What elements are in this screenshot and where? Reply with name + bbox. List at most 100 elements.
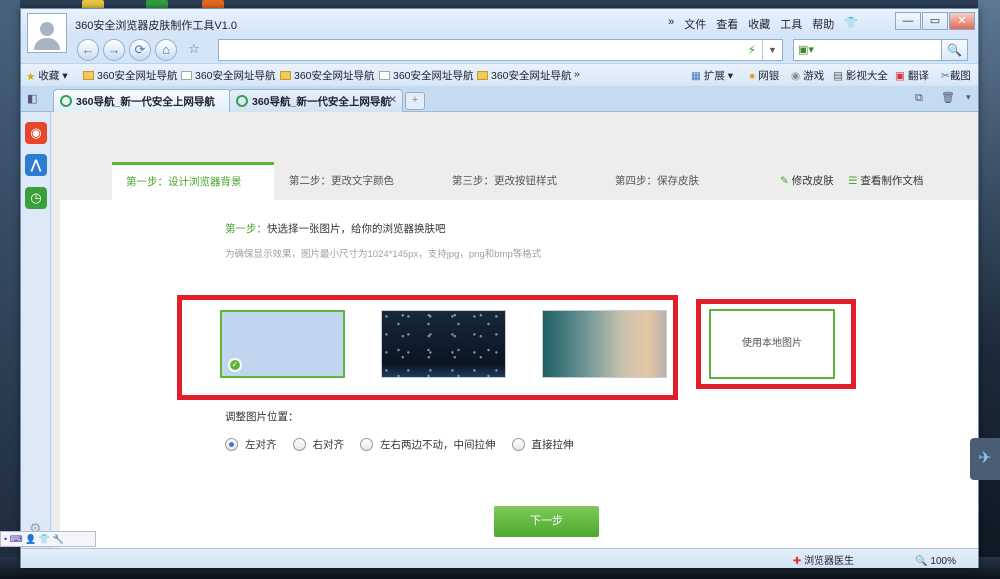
skin-editor: 第一步：设计浏览器背景 第二步：更改文字颜色 第三步：更改按钮样式 第四步：保存…	[52, 112, 978, 548]
step-2-tab[interactable]: 第二步：更改文字颜色	[289, 162, 394, 200]
step-1-tab[interactable]: 第一步：设计浏览器背景	[112, 162, 274, 200]
input-method-bar[interactable]: • ⌨ 👤 👕 🔧	[0, 531, 96, 547]
new-tab-button[interactable]: +	[405, 92, 425, 110]
weibo-icon[interactable]: ◉	[25, 122, 47, 144]
restore-tab-icon[interactable]: ⧉	[915, 92, 923, 105]
navigation-bar: ← → ⟳ ⌂ ☆ ⚡ ▼ ▣▾ 🔍	[73, 37, 977, 63]
checkmark-icon: ✓	[228, 358, 242, 372]
menu-favorites[interactable]: 收藏	[748, 16, 770, 32]
folder-icon	[83, 71, 94, 80]
status-bar: ✚ 浏览器医生 🔍 100%	[21, 548, 978, 568]
extensions-button[interactable]: ▦ 扩展 ▾	[691, 68, 733, 83]
panel-title: 第一步：快选择一张图片，给你的浏览器换肤吧	[225, 223, 446, 235]
film-icon: ▤	[833, 70, 843, 82]
zoom-icon: 🔍	[915, 556, 928, 567]
menu-file[interactable]: 文件	[684, 16, 706, 32]
skin-icon[interactable]: 👕	[844, 16, 858, 32]
home-icon[interactable]: ⌂	[155, 39, 177, 61]
close-tab-icon[interactable]: ✕	[388, 94, 397, 106]
avatar[interactable]	[27, 13, 67, 53]
next-step-button[interactable]: 下一步	[494, 506, 599, 537]
menu-help[interactable]: 帮助	[812, 16, 834, 32]
clock-icon[interactable]: ◷	[25, 187, 47, 209]
star-icon[interactable]: ☆	[183, 39, 205, 61]
close-button[interactable]: ✕	[949, 12, 975, 30]
background-option-1[interactable]: ✓	[220, 310, 345, 378]
radio-icon	[360, 438, 373, 451]
page-icon	[181, 71, 192, 80]
menu-view[interactable]: 查看	[716, 16, 738, 32]
position-left-radio[interactable]: 左对齐	[225, 438, 277, 452]
favorite-link[interactable]: 360安全网址导航	[280, 68, 375, 83]
step-4-tab[interactable]: 第四步：保存皮肤	[615, 162, 699, 200]
favorites-menu[interactable]: ★ 收藏 ▾	[26, 68, 68, 83]
background-option-3[interactable]	[542, 310, 667, 378]
watermark-url: jingyan.baidu.com	[800, 532, 897, 546]
use-local-image-button[interactable]: 使用本地图片	[709, 309, 835, 379]
address-bar[interactable]: ⚡ ▼	[218, 39, 783, 61]
trash-icon[interactable]: 🗑	[941, 91, 955, 104]
edit-skin-link[interactable]: ✎ 修改皮肤	[780, 162, 834, 200]
video-button[interactable]: ▤ 影视大全	[833, 68, 888, 83]
chevron-down-icon[interactable]: ▾	[966, 92, 971, 103]
radio-icon	[292, 438, 306, 451]
favorites-bar: ★ 收藏 ▾ 360安全网址导航 360安全网址导航 360安全网址导航 360安…	[21, 63, 978, 85]
search-engine-icon[interactable]: ▣▾	[798, 43, 814, 56]
favorite-link[interactable]: 360安全网址导航	[379, 68, 474, 83]
speed-mode-icon[interactable]: ⚡	[748, 43, 756, 57]
refresh-icon[interactable]: ⟳	[129, 39, 151, 61]
favorite-link[interactable]: 360安全网址导航	[181, 68, 276, 83]
doctor-icon: ✚	[792, 556, 802, 567]
search-icon[interactable]: 🔍	[941, 40, 967, 60]
tab-navigation-1[interactable]: 360导航_新一代安全上网导航	[53, 89, 231, 112]
folder-icon	[280, 71, 291, 80]
step-3-tab[interactable]: 第三步：更改按钮样式	[452, 162, 557, 200]
menu-more[interactable]: »	[668, 16, 674, 32]
bank-button[interactable]: ● 网银	[749, 68, 779, 83]
menu-tools[interactable]: 工具	[780, 16, 802, 32]
star-icon: ★	[26, 71, 36, 83]
view-doc-link[interactable]: ☰ 查看制作文档	[848, 162, 923, 200]
favorite-link[interactable]: 360安全网址导航	[477, 68, 572, 83]
games-button[interactable]: ◉ 游戏	[791, 68, 824, 83]
radio-icon	[225, 438, 238, 451]
grid-icon: ▦	[691, 70, 701, 82]
folder-icon	[477, 71, 488, 80]
maximize-button[interactable]: ▭	[922, 12, 948, 30]
share-float-icon[interactable]: ✈	[970, 438, 1000, 480]
position-label: 调整图片位置：	[225, 411, 299, 423]
window-title: 360安全浏览器皮肤制作工具V1.0	[75, 20, 237, 32]
title-bar: 360安全浏览器皮肤制作工具V1.0 » 文件 查看 收藏 工具 帮助 👕 — …	[21, 9, 978, 37]
chevron-down-icon[interactable]: ▼	[762, 40, 782, 60]
app-icon[interactable]: ⋀	[25, 154, 47, 176]
sidebar-toggle-icon[interactable]: ◧	[27, 92, 47, 108]
background-option-2[interactable]	[381, 310, 506, 378]
position-stretch-radio[interactable]: 直接拉伸	[511, 438, 574, 452]
avatar-head-icon	[40, 22, 54, 36]
coin-icon: ●	[749, 70, 756, 82]
status-right: ✚ 浏览器医生 🔍 100%	[793, 552, 956, 567]
menu-bar: » 文件 查看 收藏 工具 帮助 👕	[668, 16, 858, 32]
zoom-level[interactable]: 100%	[930, 556, 956, 567]
favorite-link[interactable]: 360安全网址导航	[83, 68, 178, 83]
position-right-radio[interactable]: 右对齐	[292, 438, 344, 452]
back-icon[interactable]: ←	[77, 39, 99, 61]
favorites-more[interactable]: »	[574, 68, 580, 80]
screenshot-button[interactable]: ✂截图	[941, 68, 971, 83]
position-options: 左对齐 右对齐 左右两边不动，中间拉伸 直接拉伸	[225, 438, 590, 452]
position-stretch-middle-radio[interactable]: 左右两边不动，中间拉伸	[360, 438, 496, 452]
scissors-icon: ✂	[941, 70, 950, 82]
browser-doctor-link[interactable]: 浏览器医生	[804, 556, 854, 567]
browser-logo-icon	[60, 95, 72, 107]
translate-button[interactable]: ▣ 翻译	[895, 68, 929, 83]
list-icon: ☰	[848, 175, 858, 187]
forward-icon[interactable]: →	[103, 39, 125, 61]
search-input[interactable]: ▣▾ 🔍	[793, 39, 968, 61]
browser-logo-icon	[236, 95, 248, 107]
pencil-icon: ✎	[780, 175, 789, 187]
minimize-button[interactable]: —	[895, 12, 921, 30]
translate-icon: ▣	[895, 70, 905, 82]
avatar-body-icon	[34, 38, 60, 50]
tab-navigation-2[interactable]: 360导航_新一代安全上网导航 ✕	[229, 89, 403, 112]
panel-hint: 为确保显示效果，图片最小尺寸为1024*145px，支持jpg，png和bmp等…	[225, 249, 542, 260]
